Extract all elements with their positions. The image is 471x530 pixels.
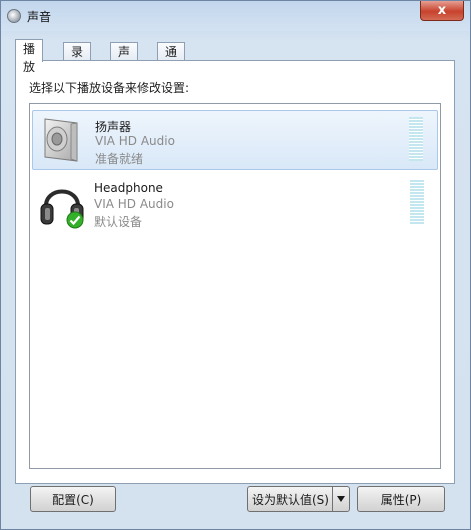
- list-item-headphone[interactable]: Headphone VIA HD Audio 默认设备: [32, 174, 438, 234]
- tab-sounds[interactable]: 声音: [110, 42, 139, 77]
- tab-recording[interactable]: 录制: [63, 42, 92, 77]
- tab-playback[interactable]: 播放: [15, 39, 44, 74]
- device-driver: VIA HD Audio: [95, 134, 175, 148]
- tab-panel-playback: 选择以下播放设备来修改设置: 扬声器 VIA HD Audio 准备就绪 Hea…: [15, 60, 455, 484]
- close-button[interactable]: x: [420, 1, 464, 21]
- device-status: 准备就绪: [95, 152, 144, 166]
- set-default-split-button[interactable]: 设为默认值(S): [247, 486, 350, 512]
- sound-app-icon: [7, 9, 21, 23]
- speaker-icon: [44, 118, 78, 162]
- window-title: 声音: [27, 10, 52, 24]
- volume-level-meter: [409, 117, 423, 161]
- sound-dialog: 声音 x 播放 录制 声音 通信 选择以下播放设备来修改设置:: [0, 0, 471, 530]
- instruction-text: 选择以下播放设备来修改设置:: [29, 81, 190, 95]
- dropdown-arrow-icon[interactable]: [332, 487, 349, 511]
- device-status: 默认设备: [94, 215, 143, 229]
- device-name: 扬声器: [95, 120, 132, 134]
- title-bar[interactable]: 声音 x: [1, 1, 470, 31]
- properties-button[interactable]: 属性(P): [357, 486, 445, 512]
- check-icon: [66, 211, 84, 229]
- volume-level-meter: [410, 180, 424, 224]
- playback-device-list[interactable]: 扬声器 VIA HD Audio 准备就绪 Headphone VIA HD A…: [29, 103, 441, 469]
- list-item-speaker[interactable]: 扬声器 VIA HD Audio 准备就绪: [32, 110, 438, 170]
- configure-button[interactable]: 配置(C): [30, 486, 116, 512]
- set-default-button[interactable]: 设为默认值(S): [248, 487, 333, 511]
- device-driver: VIA HD Audio: [94, 197, 174, 211]
- device-name: Headphone: [94, 181, 163, 195]
- tab-communications[interactable]: 通信: [157, 42, 186, 77]
